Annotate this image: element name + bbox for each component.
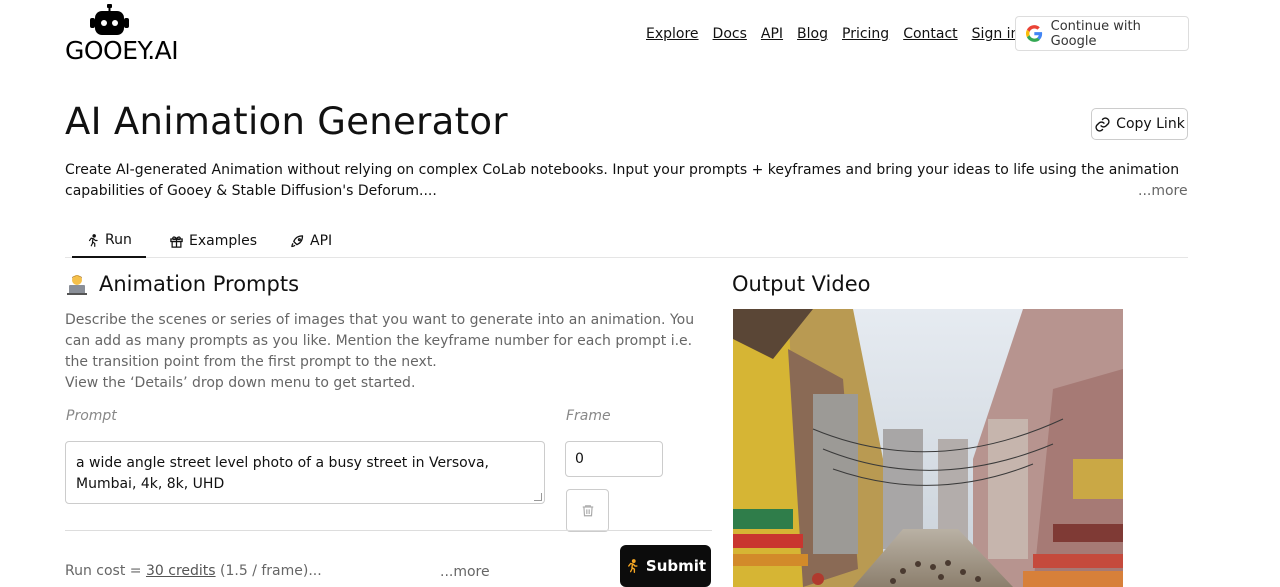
prompt-text: a wide angle street level photo of a bus… — [76, 455, 489, 492]
tab-bar: Run Examples API — [65, 224, 1188, 258]
top-nav: Explore Docs API Blog Pricing Contact Si… — [646, 26, 1033, 42]
page-title: AI Animation Generator — [65, 100, 508, 143]
run-cost-more-link[interactable]: ...more — [440, 564, 490, 580]
copy-link-label: Copy Link — [1116, 116, 1185, 132]
trash-icon — [582, 505, 593, 517]
section-title-text: Animation Prompts — [99, 272, 300, 296]
street-scene-thumbnail — [733, 309, 1123, 587]
frame-input[interactable]: 0 — [565, 441, 663, 477]
nav-blog[interactable]: Blog — [797, 26, 828, 42]
page-description: Create AI-generated Animation without re… — [65, 162, 1180, 199]
nav-explore[interactable]: Explore — [646, 26, 699, 42]
copy-link-button[interactable]: Copy Link — [1091, 108, 1188, 140]
rocket-icon — [291, 234, 304, 247]
tab-examples-label: Examples — [189, 233, 258, 249]
per-frame-cost: (1.5 / frame)... — [215, 563, 322, 579]
animation-prompts-title: Animation Prompts — [65, 272, 299, 296]
tab-run-label: Run — [105, 232, 132, 248]
run-cost-prefix: Run cost = — [65, 563, 146, 579]
prompt-label: Prompt — [66, 408, 117, 424]
frame-value: 0 — [575, 451, 584, 467]
submit-label: Submit — [645, 557, 707, 575]
gooey-logo[interactable]: GOOEY.AI — [65, 4, 195, 65]
section-divider — [65, 530, 712, 531]
nav-api[interactable]: API — [761, 26, 783, 42]
instructions-text: Describe the scenes or series of images … — [65, 312, 695, 370]
gift-icon — [170, 235, 183, 248]
nav-pricing[interactable]: Pricing — [842, 26, 889, 42]
person-at-laptop-icon — [67, 275, 87, 295]
continue-with-google-button[interactable]: Continue with Google — [1015, 16, 1189, 51]
credits-link[interactable]: 30 credits — [146, 563, 216, 579]
submit-button[interactable]: Submit — [620, 545, 711, 587]
instructions-details-hint: View the ‘Details’ drop down menu to get… — [65, 375, 416, 391]
logo-text: GOOEY.AI — [65, 36, 179, 65]
run-cost: Run cost = 30 credits (1.5 / frame)... — [65, 563, 322, 579]
robot-logo-icon — [90, 4, 129, 35]
runner-icon — [627, 559, 638, 573]
tab-api-label: API — [310, 233, 333, 249]
textarea-resize-handle[interactable] — [534, 493, 542, 501]
tab-run[interactable]: Run — [72, 224, 146, 258]
output-video-title: Output Video — [732, 272, 871, 296]
delete-prompt-button[interactable] — [566, 489, 609, 532]
google-icon — [1026, 25, 1043, 42]
output-video-player[interactable] — [733, 309, 1123, 587]
tab-examples[interactable]: Examples — [155, 224, 271, 258]
link-icon — [1095, 116, 1110, 132]
nav-sign-in[interactable]: Sign in — [972, 26, 1020, 42]
frame-label: Frame — [566, 408, 611, 424]
prompt-instructions: Describe the scenes or series of images … — [65, 310, 715, 394]
nav-contact[interactable]: Contact — [903, 26, 957, 42]
google-button-label: Continue with Google — [1050, 18, 1141, 49]
prompt-textarea[interactable]: a wide angle street level photo of a bus… — [65, 441, 545, 504]
tab-api[interactable]: API — [276, 224, 346, 258]
nav-docs[interactable]: Docs — [713, 26, 747, 42]
description-more-link[interactable]: ...more — [1138, 183, 1188, 199]
runner-icon — [88, 233, 98, 247]
